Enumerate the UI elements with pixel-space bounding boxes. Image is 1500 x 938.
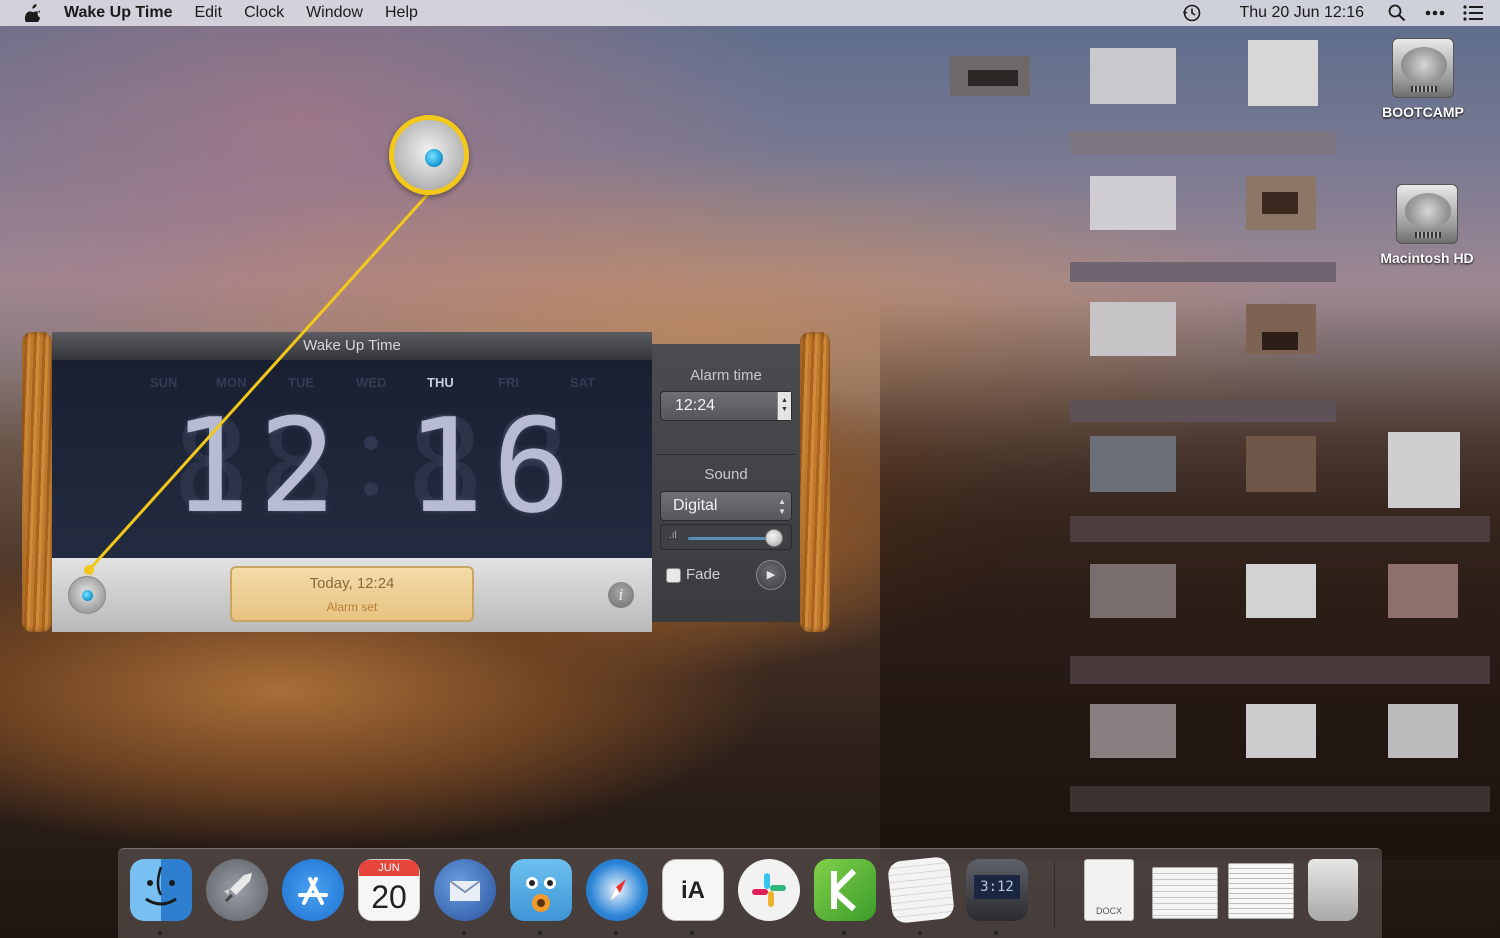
finder-icon[interactable]	[130, 859, 192, 921]
launchpad-icon[interactable]	[206, 859, 268, 921]
docx-file-icon[interactable]: DOCX	[1084, 859, 1134, 921]
running-indicator	[994, 931, 998, 935]
textedit-icon[interactable]	[886, 855, 956, 925]
ia-writer-icon[interactable]: iA	[662, 859, 724, 921]
app-store-icon[interactable]	[282, 859, 344, 921]
callout-magnified-button	[389, 115, 469, 195]
slack-icon[interactable]	[738, 859, 800, 921]
thunderbird-icon[interactable]	[434, 859, 496, 921]
dock: JUN 20 iA 3:12 DOCX	[118, 848, 1382, 938]
kite-icon[interactable]	[814, 859, 876, 921]
running-indicator	[690, 931, 694, 935]
running-indicator	[158, 931, 162, 935]
running-indicator	[614, 931, 618, 935]
safari-icon[interactable]	[586, 859, 648, 921]
running-indicator	[538, 931, 542, 935]
text-document-icon[interactable]	[1228, 863, 1294, 919]
trash-icon[interactable]	[1308, 859, 1358, 921]
blue-dot-icon	[425, 149, 443, 167]
wake-up-time-icon[interactable]: 3:12	[966, 859, 1028, 921]
callout-line	[84, 191, 431, 575]
tweetbot-icon[interactable]	[510, 859, 572, 921]
calendar-day: 20	[371, 879, 407, 915]
docx-label: DOCX	[1095, 906, 1122, 916]
document-stack-icon[interactable]	[1152, 867, 1218, 919]
running-indicator	[462, 931, 466, 935]
running-indicator	[918, 931, 922, 935]
calendar-month: JUN	[359, 860, 419, 876]
dock-separator	[1054, 861, 1055, 927]
calendar-icon[interactable]: JUN 20	[358, 859, 420, 921]
running-indicator	[842, 931, 846, 935]
